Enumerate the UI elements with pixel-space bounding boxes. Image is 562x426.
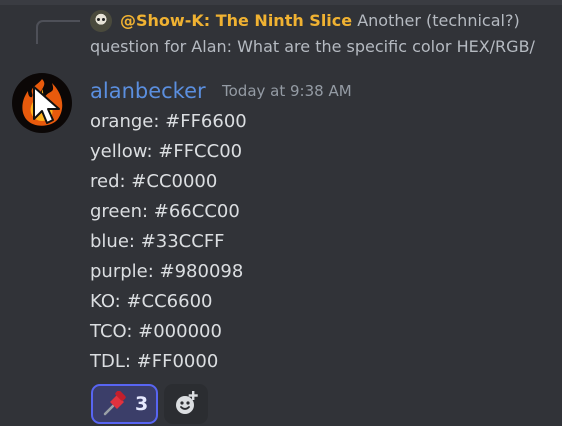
user-avatar[interactable]: [12, 73, 72, 133]
reply-author-name[interactable]: @Show-K: The Ninth Slice: [120, 11, 352, 30]
pushpin-reaction-button[interactable]: 3: [91, 384, 158, 424]
add-reaction-icon: [176, 391, 198, 414]
message-line: yellow: #FFCC00: [90, 141, 243, 162]
reaction-bar: 3: [91, 384, 208, 424]
message-line: purple: #980098: [90, 261, 244, 282]
message-line: green: #66CC00: [90, 201, 240, 222]
message-line: red: #CC0000: [90, 171, 218, 192]
avatar-eye: [97, 18, 100, 21]
reply-preview-text-continued: question for Alan: What are the specific…: [90, 37, 535, 56]
reply-preview-text: Another (technical?): [357, 11, 520, 30]
message-author-name[interactable]: alanbecker: [90, 77, 206, 105]
reply-preview[interactable]: @Show-K: The Ninth Slice Another (techni…: [120, 10, 520, 32]
pushpin-icon: [103, 391, 126, 416]
message-line: TDL: #FF0000: [90, 351, 219, 372]
reply-connector: [36, 20, 80, 44]
message-line: TCO: #000000: [90, 321, 222, 342]
message-body: orange: #FF6600 yellow: #FFCC00 red: #CC…: [90, 107, 247, 377]
message-line: blue: #33CCFF: [90, 231, 225, 252]
top-divider: [0, 0, 562, 5]
reply-author-avatar[interactable]: [90, 10, 112, 32]
message-timestamp[interactable]: Today at 9:38 AM: [222, 81, 352, 101]
flaming-cursor-icon: [22, 79, 63, 126]
add-reaction-button[interactable]: [164, 384, 208, 424]
message-line: orange: #FF6600: [90, 111, 247, 132]
avatar-eye: [102, 18, 105, 21]
reaction-count: 3: [135, 393, 149, 415]
message-line: KO: #CC6600: [90, 291, 213, 312]
